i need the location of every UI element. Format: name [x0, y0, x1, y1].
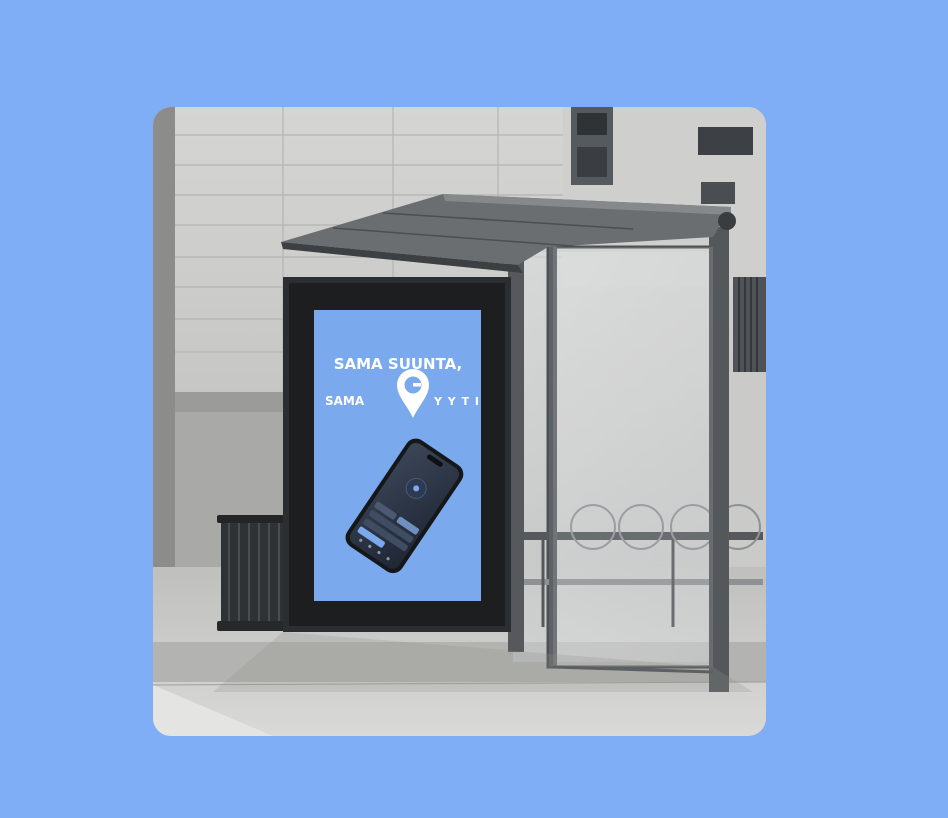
bus-stop-photo-card: SAMA SUUNTA, SAMA Y Y T I	[153, 107, 766, 736]
roof-lamp	[718, 212, 736, 230]
building-window-grille	[733, 277, 766, 372]
poster-headline-line1: SAMA SUUNTA,	[334, 355, 463, 373]
bus-stop-photo: SAMA SUUNTA, SAMA Y Y T I	[153, 107, 766, 736]
poster-headline-prefix: SAMA	[325, 394, 365, 408]
trash-bin	[217, 515, 289, 631]
advertising-display: SAMA SUUNTA, SAMA Y Y T I	[283, 277, 511, 632]
wall-pillar	[153, 107, 175, 642]
poster-brand-rest: Y Y T I	[433, 395, 480, 408]
